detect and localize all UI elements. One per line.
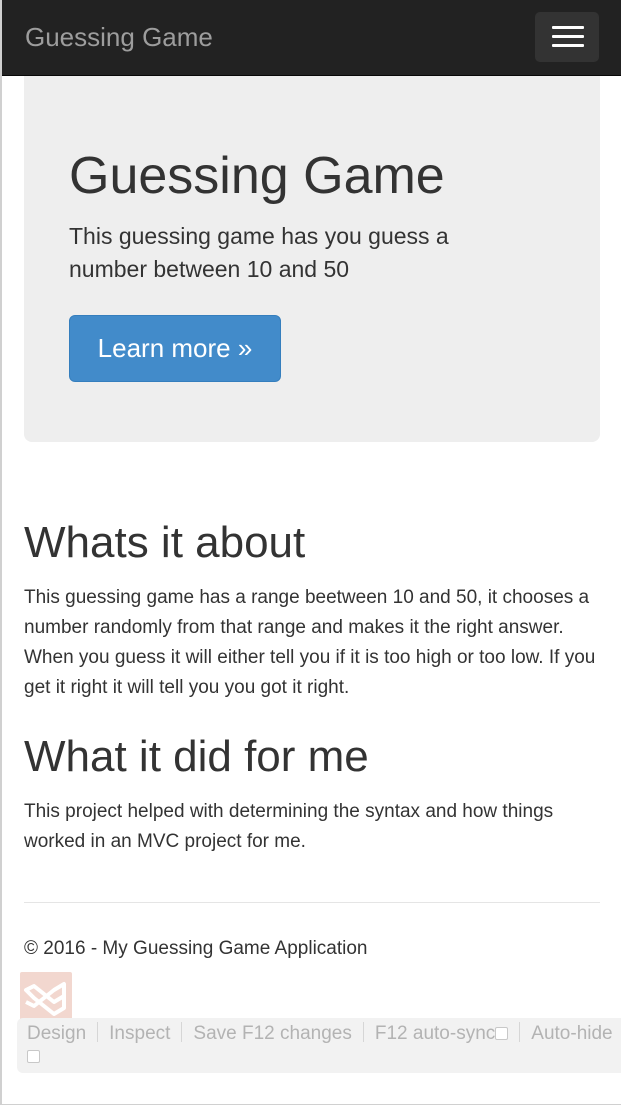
toolbar-separator: [519, 1022, 521, 1042]
f12-auto-sync-checkbox[interactable]: [495, 1027, 509, 1040]
toolbar-f12-auto-sync[interactable]: F12 auto-sync: [375, 1023, 495, 1044]
section-title-what-it-did: What it did for me: [24, 732, 369, 781]
section-text-what-it-did: This project helped with determining the…: [24, 801, 554, 852]
jumbotron: Guessing Game This guessing game has you…: [24, 76, 600, 442]
footer-copyright: © 2016 - My Guessing Game Application: [24, 938, 368, 959]
jumbotron-title: Guessing Game: [69, 147, 445, 205]
navbar: Guessing Game: [2, 0, 621, 76]
toolbar-auto-hide[interactable]: Auto-hide: [531, 1023, 612, 1044]
section-title-about: Whats it about: [24, 518, 306, 567]
toolbar-inspect[interactable]: Inspect: [109, 1023, 170, 1044]
toolbar-separator: [97, 1022, 99, 1042]
auto-hide-checkbox[interactable]: [27, 1050, 40, 1063]
navbar-toggle-button[interactable]: [535, 12, 599, 62]
toolbar-separator: [181, 1022, 183, 1042]
jumbotron-lead: This guessing game has you guess a numbe…: [69, 223, 449, 282]
footer-divider: [24, 902, 600, 903]
toolbar-save-f12-changes[interactable]: Save F12 changes: [193, 1023, 351, 1044]
toolbar-design[interactable]: Design: [27, 1023, 86, 1044]
window-border-left: [0, 0, 2, 1105]
learn-more-button[interactable]: Learn more »: [69, 315, 281, 382]
navbar-brand[interactable]: Guessing Game: [25, 22, 213, 52]
section-text-about: This guessing game has a range beetween …: [24, 587, 596, 698]
browser-link-toolbar: Design Inspect Save F12 changes F12 auto-sy…: [17, 1018, 621, 1073]
toolbar-separator: [362, 1022, 364, 1042]
visual-studio-icon[interactable]: [20, 972, 72, 1022]
